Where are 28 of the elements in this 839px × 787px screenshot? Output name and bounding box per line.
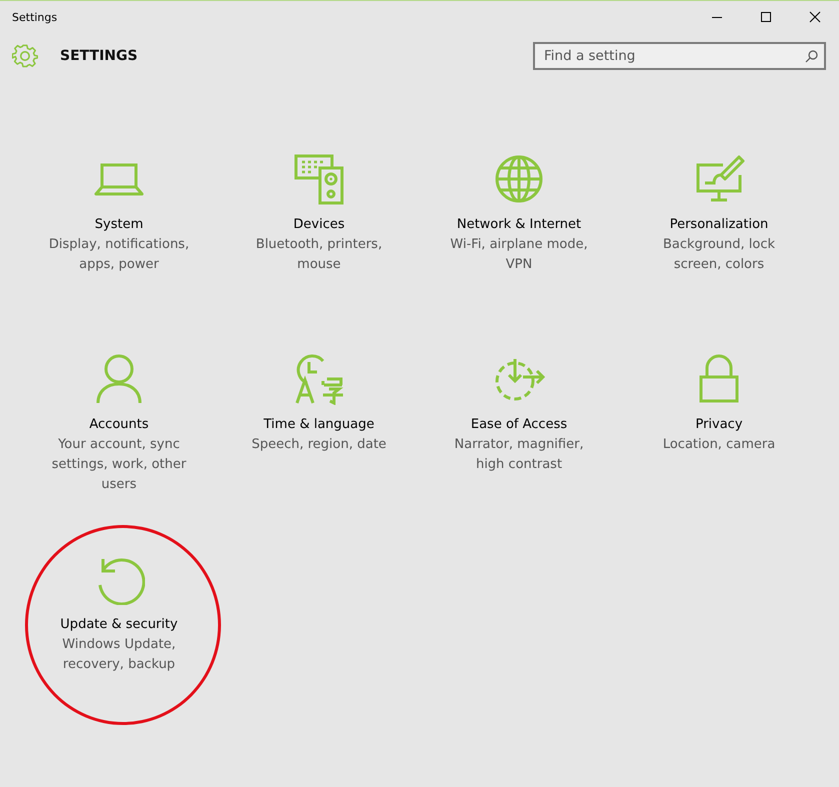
category-title[interactable]: System [94, 215, 144, 235]
category-title[interactable]: Personalization [670, 215, 768, 235]
category-description: Narrator, magnifier, high contrast [453, 436, 585, 474]
category-description: Windows Update, recovery, backup [61, 636, 177, 674]
category-description: Background, lock screen, colors [662, 236, 776, 274]
close-icon [808, 11, 820, 23]
maximize-icon [760, 11, 772, 23]
page-title: SETTINGS [60, 48, 139, 64]
settings-icon [12, 43, 38, 69]
category-description: Bluetooth, printers, mouse [254, 236, 384, 274]
category-title[interactable]: Network & Internet [456, 215, 582, 235]
search-field[interactable]: Find a setting [533, 42, 826, 70]
category-title[interactable]: Devices [293, 215, 345, 235]
search-icon [805, 50, 818, 63]
category-title[interactable]: Update & security [60, 615, 178, 635]
category-description: Wi-Fi, airplane mode, VPN [449, 236, 589, 274]
category-title[interactable]: Privacy [695, 415, 743, 435]
category-description: Display, notifications, apps, power [48, 236, 190, 274]
globe-icon [493, 153, 545, 205]
keyboard-and-speaker-icon [293, 153, 345, 205]
clock-and-characters-icon [293, 353, 345, 405]
category-description: Your account, sync settings, work, other users [50, 436, 188, 494]
category-description: Speech, region, date [250, 436, 388, 454]
category-title[interactable]: Accounts [89, 415, 149, 435]
category-title[interactable]: Ease of Access [470, 415, 568, 435]
category-title[interactable]: Time & language [264, 415, 374, 435]
category-description: Location, camera [662, 436, 776, 454]
window-title: Settings [12, 10, 58, 24]
